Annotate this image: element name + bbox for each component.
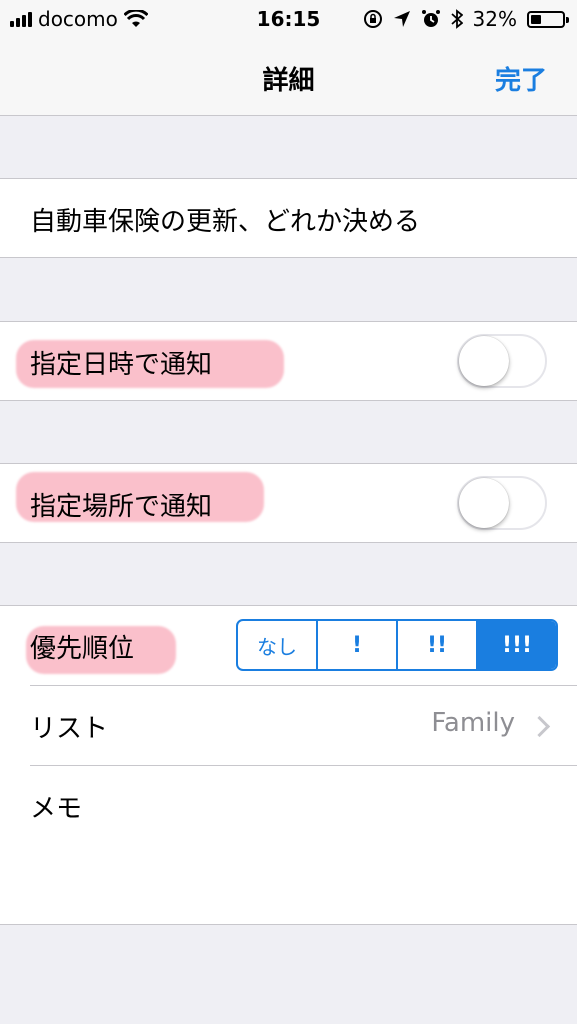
priority-option-medium[interactable]: !!	[398, 621, 478, 669]
alarm-icon	[421, 10, 440, 27]
rotation-lock-icon	[363, 10, 382, 28]
done-button[interactable]: 完了	[495, 60, 547, 97]
priority-option-none[interactable]: なし	[238, 621, 318, 669]
bluetooth-icon	[450, 9, 463, 29]
notify-date-label: 指定日時で通知	[30, 350, 213, 380]
priority-segmented-control[interactable]: なし ! !! !!!	[236, 619, 558, 671]
priority-label: 優先順位	[30, 634, 135, 664]
priority-option-low[interactable]: !	[318, 621, 398, 669]
reminder-title[interactable]: 自動車保険の更新、どれか決める	[30, 201, 420, 238]
memo-field[interactable]: メモ	[0, 766, 577, 924]
list-value: Family	[431, 708, 515, 738]
battery-fill	[531, 14, 541, 24]
notify-location-label: 指定場所で通知	[30, 492, 213, 522]
status-bar: docomo 16:15 32%	[0, 0, 577, 40]
page-title: 詳細	[262, 66, 315, 96]
details-group: 優先順位 なし ! !! !!! リスト Family メモ	[0, 605, 577, 925]
toggle-knob	[459, 336, 509, 386]
notify-location-row: 指定場所で通知	[0, 463, 577, 543]
location-icon	[393, 11, 410, 27]
list-row[interactable]: リスト Family	[0, 686, 577, 765]
notify-date-toggle[interactable]	[457, 334, 547, 388]
navigation-bar: 詳細 完了	[0, 40, 577, 116]
status-right: 32%	[363, 7, 569, 31]
notify-date-row: 指定日時で通知	[0, 321, 577, 401]
toggle-knob	[459, 478, 509, 528]
chevron-right-icon	[528, 715, 551, 738]
reminder-title-cell[interactable]: 自動車保険の更新、どれか決める	[0, 178, 577, 258]
list-label: リスト	[30, 714, 109, 744]
battery-icon	[527, 10, 569, 28]
battery-percent: 32%	[472, 7, 517, 31]
notify-location-toggle[interactable]	[457, 476, 547, 530]
memo-label: メモ	[30, 794, 83, 824]
priority-option-high[interactable]: !!!	[478, 621, 556, 669]
